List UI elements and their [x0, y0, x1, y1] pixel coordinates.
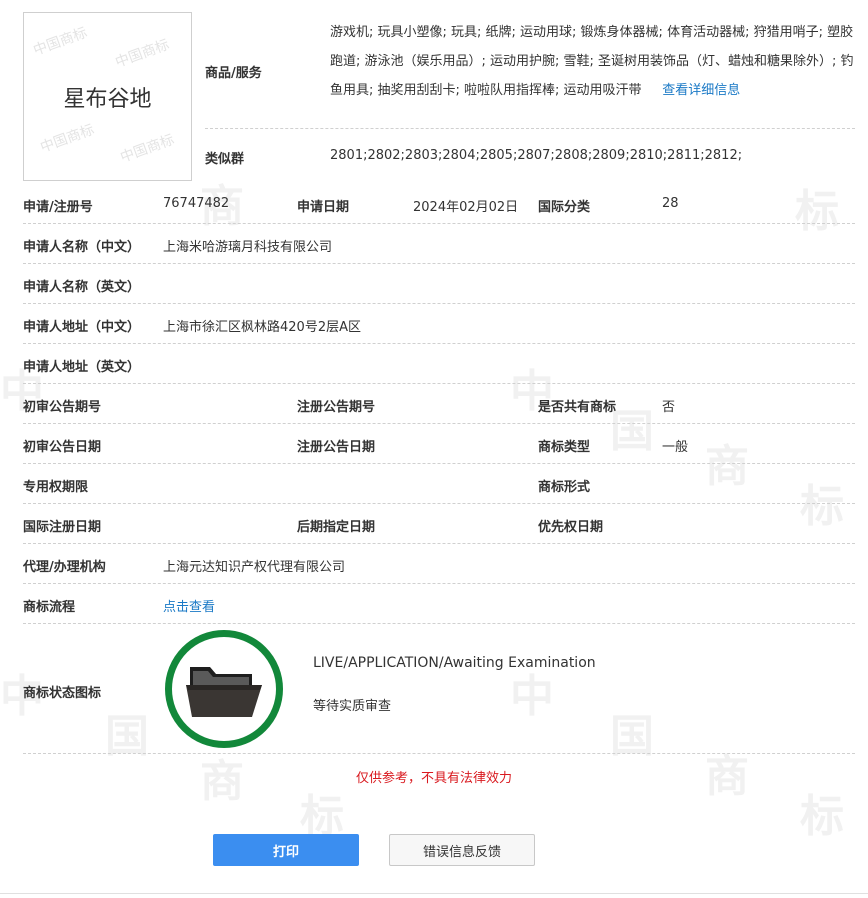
watermark: 商	[705, 441, 749, 492]
prelim-date-label: 初审公告日期	[23, 440, 102, 455]
divider	[23, 343, 855, 344]
print-button[interactable]: 打印	[213, 834, 359, 866]
divider	[23, 223, 855, 224]
watermark: 标	[800, 791, 844, 842]
divider	[23, 623, 855, 624]
status-icon-label: 商标状态图标	[23, 686, 102, 701]
watermark: 标	[800, 481, 844, 532]
divider	[23, 303, 855, 304]
priority-date-label: 优先权日期	[538, 520, 604, 535]
goods-text: 游戏机; 玩具小塑像; 玩具; 纸牌; 运动用球; 锻炼身体器械; 体育活动器械…	[330, 25, 854, 98]
watermark: 国	[105, 711, 149, 762]
shared-value: 否	[662, 400, 676, 415]
goods-label: 商品/服务	[205, 66, 262, 81]
trademark-image: 中国商标 中国商标 中国商标 中国商标 星布谷地	[23, 12, 192, 181]
status-cn: 等待实质审查	[313, 699, 392, 714]
agent-label: 代理/办理机构	[23, 560, 106, 575]
reg-pub-no-label: 注册公告期号	[297, 400, 376, 415]
address-cn-label: 申请人地址（中文）	[23, 320, 141, 335]
reg-no-value: 76747482	[163, 196, 230, 211]
folder-icon	[186, 667, 262, 717]
intl-reg-date-label: 国际注册日期	[23, 520, 102, 535]
process-label: 商标流程	[23, 600, 76, 615]
tm-form-label: 商标形式	[538, 480, 591, 495]
tm-type-label: 商标类型	[538, 440, 591, 455]
divider	[23, 463, 855, 464]
trademark-name: 星布谷地	[63, 87, 152, 112]
view-details-link[interactable]: 查看详细信息	[662, 83, 740, 98]
divider	[23, 423, 855, 424]
divider	[205, 128, 855, 129]
address-cn-value: 上海市徐汇区枫林路420号2层A区	[163, 320, 361, 335]
shared-label: 是否共有商标	[538, 400, 617, 415]
watermark: 国	[610, 711, 654, 762]
applicant-cn-label: 申请人名称（中文）	[23, 240, 141, 255]
reg-no-label: 申请/注册号	[23, 200, 93, 215]
similar-group-label: 类似群	[205, 152, 245, 167]
tm-type-value: 一般	[662, 440, 689, 455]
exclusive-label: 专用权期限	[23, 480, 89, 495]
similar-group-value: 2801;2802;2803;2804;2805;2807;2808;2809;…	[330, 148, 743, 163]
feedback-button[interactable]: 错误信息反馈	[389, 834, 535, 866]
divider	[23, 753, 855, 754]
divider	[23, 263, 855, 264]
app-date-label: 申请日期	[297, 200, 350, 215]
divider	[23, 543, 855, 544]
prelim-no-label: 初审公告期号	[23, 400, 102, 415]
applicant-cn-value: 上海米哈游璃月科技有限公司	[163, 240, 333, 255]
reg-pub-date-label: 注册公告日期	[297, 440, 376, 455]
divider	[23, 383, 855, 384]
watermark: 标	[795, 186, 839, 237]
app-date-value: 2024年02月02日	[413, 200, 519, 215]
agent-value: 上海元达知识产权代理有限公司	[163, 560, 346, 575]
disclaimer-text: 仅供参考，不具有法律效力	[355, 771, 512, 786]
applicant-en-label: 申请人名称（英文）	[23, 280, 141, 295]
intl-class-label: 国际分类	[538, 200, 591, 215]
later-date-label: 后期指定日期	[297, 520, 376, 535]
watermark: 国	[610, 406, 654, 457]
divider	[23, 503, 855, 504]
status-icon	[165, 630, 283, 748]
address-en-label: 申请人地址（英文）	[23, 360, 141, 375]
divider	[23, 583, 855, 584]
goods-list: 游戏机; 玩具小塑像; 玩具; 纸牌; 运动用球; 锻炼身体器械; 体育活动器械…	[330, 18, 856, 105]
intl-class-value: 28	[662, 196, 679, 211]
divider	[0, 893, 868, 894]
process-link[interactable]: 点击查看	[163, 596, 215, 615]
status-en: LIVE/APPLICATION/Awaiting Examination	[313, 655, 596, 671]
